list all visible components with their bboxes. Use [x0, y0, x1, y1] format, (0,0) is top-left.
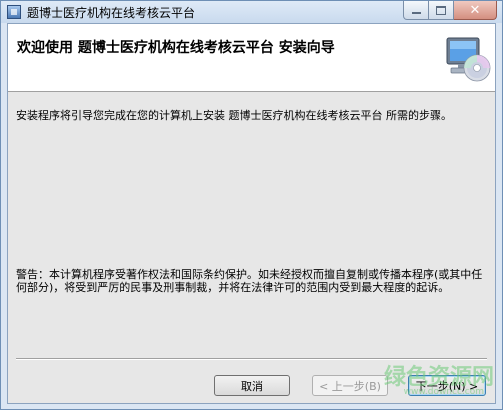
- site-watermark-url: www.downcc.com: [403, 387, 484, 397]
- back-button[interactable]: < 上一步(B): [312, 375, 388, 396]
- minimize-button[interactable]: [403, 1, 429, 20]
- intro-text: 安装程序将引导您完成在您的计算机上安装 题博士医疗机构在线考核云平台 所需的步骤…: [16, 109, 452, 122]
- computer-cd-install-icon: [446, 37, 491, 82]
- installer-app-icon: [7, 5, 21, 19]
- title-bar[interactable]: 题博士医疗机构在线考核云平台 ✕: [1, 1, 502, 23]
- copyright-warning: 警告：本计算机程序受著作权法和国际条约保护。如未经授权而擅自复制或传播本程序(或…: [16, 268, 483, 294]
- minimize-icon: [411, 12, 421, 14]
- maximize-button[interactable]: [429, 1, 454, 20]
- close-icon: ✕: [469, 2, 481, 18]
- wizard-banner: 欢迎使用 题博士医疗机构在线考核云平台 安装向导: [8, 24, 495, 92]
- wizard-heading: 欢迎使用 题博士医疗机构在线考核云平台 安装向导: [17, 40, 335, 56]
- close-button[interactable]: ✕: [454, 1, 497, 20]
- window-controls: ✕: [403, 1, 497, 20]
- maximize-icon: [436, 5, 446, 15]
- installer-window: 题博士医疗机构在线考核云平台 ✕ 欢迎使用 题博士医疗机构在线考核云平台 安装向…: [0, 0, 503, 410]
- window-title: 题博士医疗机构在线考核云平台: [27, 6, 196, 20]
- wizard-panel: 欢迎使用 题博士医疗机构在线考核云平台 安装向导 安装程序将引导您完成在您的计算…: [7, 23, 496, 404]
- cancel-button[interactable]: 取消: [214, 375, 290, 396]
